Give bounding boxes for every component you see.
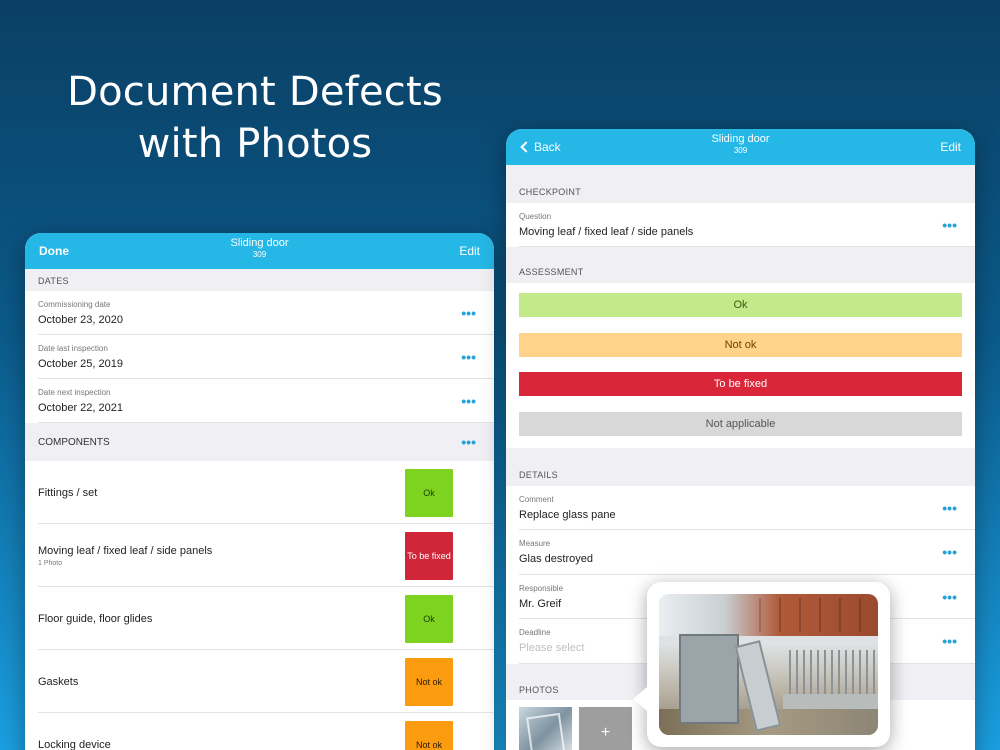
date-label: Date next inspection xyxy=(38,388,111,397)
photo-detail xyxy=(859,598,861,632)
more-icon[interactable]: ••• xyxy=(942,590,957,604)
right-edit-button[interactable]: Edit xyxy=(940,140,961,154)
assessment-not-ok-button[interactable]: Not ok xyxy=(519,332,962,357)
chevron-left-icon xyxy=(520,141,532,153)
photo-roof xyxy=(659,594,878,636)
photo-detail xyxy=(799,598,801,632)
right-navbar: Back Sliding door 309 Edit xyxy=(506,129,975,165)
component-row-moving-leaf[interactable]: Moving leaf / fixed leaf / side panels 1… xyxy=(25,524,494,587)
more-icon[interactable]: ••• xyxy=(461,350,476,364)
left-nav-title: Sliding door 309 xyxy=(25,238,494,259)
question-value: Moving leaf / fixed leaf / side panels xyxy=(519,226,694,238)
back-button[interactable]: Back xyxy=(520,140,561,154)
status-badge[interactable]: Not ok xyxy=(405,720,453,750)
right-nav-subtitle: 309 xyxy=(733,146,748,155)
assessment-not-applicable-button[interactable]: Not applicable xyxy=(519,411,962,436)
component-row-fittings[interactable]: Fittings / set Ok xyxy=(25,461,494,524)
date-row-last-inspection[interactable]: Date last inspection October 25, 2019 ••… xyxy=(25,335,494,379)
left-tablet: Done Sliding door 309 Edit DATES Commiss… xyxy=(25,233,494,750)
done-button[interactable]: Done xyxy=(39,244,69,258)
headline-line-2: with Photos xyxy=(137,121,373,167)
photo-detail xyxy=(819,598,821,632)
date-label: Date last inspection xyxy=(38,344,108,353)
date-label: Commissioning date xyxy=(38,300,111,309)
left-nav-subtitle: 309 xyxy=(252,250,267,259)
assessment-section-header: ASSESSMENT xyxy=(506,247,975,283)
status-badge[interactable]: Ok xyxy=(405,594,453,643)
status-badge[interactable]: To be fixed xyxy=(405,531,453,580)
detail-row-comment[interactable]: Comment Replace glass pane ••• xyxy=(506,485,975,530)
detail-label: Measure xyxy=(519,539,551,549)
photo-detail xyxy=(839,598,841,632)
headline-line-1: Document Defects xyxy=(67,69,443,115)
assessment-options: Ok Not ok To be fixed Not applicable xyxy=(506,283,975,448)
detail-value: Glas destroyed xyxy=(519,553,593,566)
detail-label: Comment xyxy=(519,494,554,504)
left-navbar: Done Sliding door 309 Edit xyxy=(25,233,494,269)
photo-detail xyxy=(759,598,761,632)
date-value: October 23, 2020 xyxy=(38,314,124,326)
left-nav-title-text: Sliding door xyxy=(230,237,289,249)
photo-gate xyxy=(679,634,739,724)
right-nav-title-text: Sliding door xyxy=(711,133,770,145)
add-photo-button[interactable]: + xyxy=(579,706,632,750)
detail-row-measure[interactable]: Measure Glas destroyed ••• xyxy=(506,530,975,575)
right-nav-title: Sliding door 309 xyxy=(506,134,975,155)
components-header-label: COMPONENTS xyxy=(38,436,110,448)
headline: Document Defects with Photos xyxy=(55,66,455,170)
detail-value: Replace glass pane xyxy=(519,508,616,521)
back-label: Back xyxy=(534,140,561,154)
more-icon[interactable]: ••• xyxy=(942,218,957,232)
date-row-next-inspection[interactable]: Date next inspection October 22, 2021 ••… xyxy=(25,379,494,423)
question-label: Question xyxy=(519,212,552,221)
date-value: October 22, 2021 xyxy=(38,402,124,414)
checkpoint-section-header: CHECKPOINT xyxy=(506,165,975,203)
date-value: October 25, 2019 xyxy=(38,358,124,370)
assessment-to-be-fixed-button[interactable]: To be fixed xyxy=(519,372,962,396)
photo-thumbnail[interactable] xyxy=(519,706,572,750)
more-icon[interactable]: ••• xyxy=(461,394,476,408)
more-icon[interactable]: ••• xyxy=(942,501,957,515)
status-badge[interactable]: Not ok xyxy=(405,657,453,706)
question-row[interactable]: Question Moving leaf / fixed leaf / side… xyxy=(506,203,975,247)
assessment-ok-button[interactable]: Ok xyxy=(519,293,962,317)
more-icon[interactable]: ••• xyxy=(942,545,957,559)
date-row-commissioning[interactable]: Commissioning date October 23, 2020 ••• xyxy=(25,291,494,335)
status-badge[interactable]: Ok xyxy=(405,468,453,517)
details-section-header: DETAILS xyxy=(506,447,975,486)
more-icon[interactable]: ••• xyxy=(461,435,476,449)
photo-preview-image[interactable] xyxy=(659,594,878,735)
component-row-floor-guide[interactable]: Floor guide, floor glides Ok xyxy=(25,587,494,650)
left-edit-button[interactable]: Edit xyxy=(459,244,480,258)
more-icon[interactable]: ••• xyxy=(942,634,957,648)
dates-section-header: DATES xyxy=(25,269,494,291)
component-row-gaskets[interactable]: Gaskets Not ok xyxy=(25,650,494,713)
component-row-locking-device[interactable]: Locking device Not ok xyxy=(25,713,494,750)
more-icon[interactable]: ••• xyxy=(461,306,476,320)
photo-detail xyxy=(779,598,781,632)
components-section-header: COMPONENTS ••• xyxy=(25,423,494,461)
photo-preview-popover xyxy=(633,582,890,747)
